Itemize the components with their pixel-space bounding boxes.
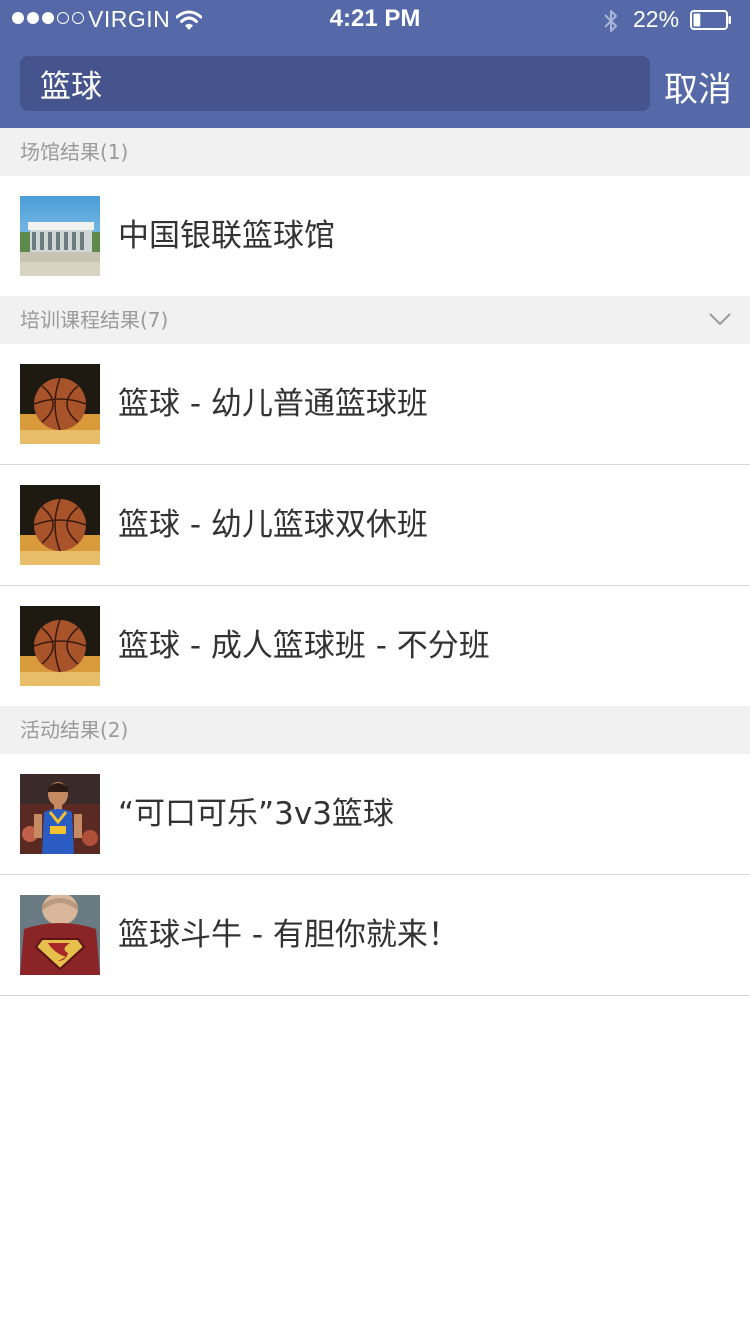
result-title: “可口可乐”3v3篮球 [118, 796, 394, 832]
basketball-thumbnail [20, 364, 100, 444]
status-bar: VIRGIN 4:21 PM 22% [0, 0, 750, 40]
basketball-thumbnail [20, 485, 100, 565]
venue-thumbnail [20, 196, 100, 276]
venue-result-item[interactable]: 中国银联篮球馆 [0, 176, 750, 297]
section-header-courses[interactable]: 培训课程结果(7) [0, 296, 750, 344]
section-title: 场馆结果(1) [20, 140, 129, 164]
search-results-screen: VIRGIN 4:21 PM 22% 取消 场馆结果(1) [0, 0, 750, 1334]
result-title: 篮球 - 幼儿篮球双休班 [118, 507, 428, 543]
result-title: 中国银联篮球馆 [118, 218, 335, 254]
chevron-down-icon[interactable] [708, 310, 732, 328]
cancel-button[interactable]: 取消 [664, 62, 732, 111]
search-box[interactable] [20, 56, 650, 111]
battery-icon [690, 10, 731, 30]
section-header-activities: 活动结果(2) [0, 706, 750, 754]
battery-percentage: 22% [633, 6, 680, 32]
result-title: 篮球 - 成人篮球班 - 不分班 [118, 628, 490, 664]
section-header-venues: 场馆结果(1) [0, 128, 750, 176]
header: VIRGIN 4:21 PM 22% 取消 [0, 0, 750, 128]
course-result-item[interactable]: 篮球 - 成人篮球班 - 不分班 [0, 586, 750, 707]
course-result-item[interactable]: 篮球 - 幼儿普通篮球班 [0, 344, 750, 465]
section-title: 培训课程结果(7) [20, 308, 169, 332]
basketball-thumbnail [20, 606, 100, 686]
superman-shirt-thumbnail [20, 895, 100, 975]
section-title: 活动结果(2) [20, 718, 129, 742]
bluetooth-icon [604, 10, 617, 32]
search-input[interactable] [40, 65, 600, 102]
divider [0, 995, 750, 996]
activity-result-item[interactable]: 篮球斗牛 - 有胆你就来！ [0, 875, 750, 996]
activity-result-item[interactable]: “可口可乐”3v3篮球 [0, 754, 750, 875]
course-result-item[interactable]: 篮球 - 幼儿篮球双休班 [0, 465, 750, 586]
result-title: 篮球 - 幼儿普通篮球班 [118, 386, 428, 422]
player-photo-thumbnail [20, 774, 100, 854]
result-title: 篮球斗牛 - 有胆你就来！ [118, 917, 459, 953]
